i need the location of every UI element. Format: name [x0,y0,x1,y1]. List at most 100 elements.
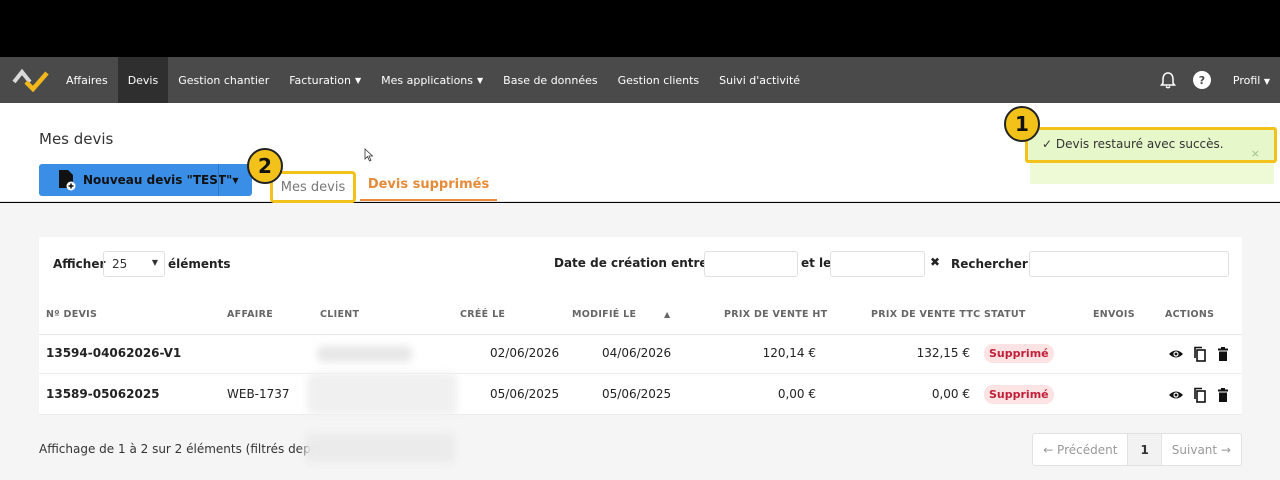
toast-close-button[interactable]: × [1251,147,1260,160]
col-actions: ACTIONS [1165,309,1215,320]
status-badge: Supprimé [984,344,1054,363]
copy-icon[interactable] [1192,346,1208,362]
blurred-client [317,346,412,362]
toast-shadow [1030,163,1274,184]
col-modifie-le[interactable]: MODIFIÉ LE [572,309,636,320]
profile-menu[interactable]: Profil ▼ [1233,74,1270,87]
nav-affaires[interactable]: Affaires [56,57,118,103]
col-affaire[interactable]: AFFAIRE [227,309,273,320]
callout-number: 2 [258,154,272,178]
cell-prix-ht: 0,00 € [777,387,816,401]
main-content: Afficher 25 ▼ éléments Date de création e… [0,203,1280,480]
nav-label: Gestion chantier [178,73,270,87]
clear-dates-icon[interactable]: ✖ [930,255,940,269]
callout-badge-2: 2 [247,148,283,184]
page-1-button[interactable]: 1 [1128,434,1162,465]
cell-prix-ttc: 0,00 € [931,387,970,401]
cell-affaire: WEB-1737 [227,387,290,401]
col-envois[interactable]: ENVOIS [1093,309,1135,320]
toast-message: ✓ Devis restauré avec succès. [1042,137,1224,151]
table-row[interactable]: 13594-04062026-V1 02/06/2026 04/06/2026 … [39,334,1242,374]
table-row[interactable]: 13589-05062025 WEB-1737 05/06/2025 05/06… [39,373,1242,415]
date-range-label: Date de création entre le [554,256,725,270]
table-header: Nº DEVIS AFFAIRE CLIENT CRÉÉ LE MODIFIÉ … [39,295,1242,335]
col-prix-ht[interactable]: PRIX DE VENTE HT [724,309,827,320]
col-cree-le[interactable]: CRÉÉ LE [460,309,505,320]
date-to-input[interactable] [830,251,925,277]
cell-cree: 05/06/2025 [490,387,560,401]
cell-modifie: 05/06/2025 [602,387,672,401]
sort-asc-icon[interactable]: ▲ [664,310,670,319]
pagination: ← Précédent 1 Suivant → [1032,433,1242,466]
cell-devis[interactable]: 13589-05062025 [46,387,160,401]
search-input[interactable] [1029,251,1229,277]
trash-icon[interactable] [1215,346,1231,362]
show-label: Afficher [53,257,106,271]
top-black-bar [0,0,1280,57]
callout-badge-1: 1 [1004,106,1040,142]
main-navbar: Affaires Devis Gestion chantier Facturat… [0,57,1280,103]
table-filters: Afficher 25 ▼ éléments Date de création e… [39,237,1242,293]
chevron-down-icon: ▼ [1263,76,1270,86]
nav-base-de-donnees[interactable]: Base de données [493,57,607,103]
chevron-down-icon: ▼ [477,75,484,85]
col-client[interactable]: CLIENT [320,309,359,320]
nav-label: Base de données [503,73,598,87]
tab-mes-devis[interactable]: Mes devis [270,171,356,203]
mouse-cursor-icon [364,148,374,162]
previous-page-button[interactable]: ← Précédent [1033,434,1129,465]
nav-gestion-chantier[interactable]: Gestion chantier [168,57,279,103]
app-logo[interactable] [6,57,56,103]
callout-number: 1 [1015,112,1029,136]
tab-devis-supprimes[interactable]: Devis supprimés [360,177,497,201]
chevron-down-icon: ▼ [354,75,362,85]
col-prix-ttc[interactable]: PRIX DE VENTE TTC [871,309,980,320]
eye-icon[interactable] [1168,346,1184,362]
nav-right: ? Profil ▼ [1151,57,1270,103]
nav-label: Devis [127,73,159,87]
search-label: Rechercher : [951,257,1037,271]
nav-label: Suivi d'activité [719,73,801,87]
trash-icon[interactable] [1215,387,1231,403]
status-badge: Supprimé [984,385,1054,404]
blurred-footer-text [305,433,455,463]
success-toast: ✓ Devis restauré avec succès. [1025,127,1277,163]
nav-gestion-clients[interactable]: Gestion clients [608,57,710,103]
copy-icon[interactable] [1192,387,1208,403]
next-page-button[interactable]: Suivant → [1162,434,1241,465]
nav-label: Facturation [289,73,351,87]
tab-label: Devis supprimés [367,177,490,192]
cell-devis[interactable]: 13594-04062026-V1 [46,346,181,360]
new-document-icon [57,169,77,191]
elements-label: éléments [168,257,231,271]
help-icon[interactable]: ? [1192,71,1211,89]
chevron-down-icon: ▼ [151,258,158,267]
nav-facturation[interactable]: Facturation ▼ [279,57,371,103]
help-glyph: ? [1198,73,1206,87]
nav-label: Mes applications [381,73,474,87]
cell-prix-ttc: 132,15 € [916,346,970,360]
profile-label: Profil [1232,73,1261,87]
col-num-devis[interactable]: Nº DEVIS [46,309,97,320]
page-size-select[interactable]: 25 ▼ [103,251,165,277]
eye-icon[interactable] [1168,387,1184,403]
nav-suivi-activite[interactable]: Suivi d'activité [709,57,810,103]
new-devis-button[interactable]: Nouveau devis "TEST" ▼ [39,164,252,196]
caret-down-icon: ▼ [232,175,239,185]
nav-label: Gestion clients [617,73,700,87]
blurred-client [307,373,457,415]
bell-icon[interactable] [1151,71,1185,89]
new-devis-label: Nouveau devis "TEST" [83,173,233,187]
devis-table-card: Afficher 25 ▼ éléments Date de création e… [39,237,1242,415]
page-size-value: 25 [112,257,128,271]
page-title: Mes devis [39,130,114,148]
date-from-input[interactable] [704,251,798,277]
nav-label: Affaires [66,73,108,87]
pagination-info: Affichage de 1 à 2 sur 2 éléments (filtr… [39,442,319,456]
cell-cree: 02/06/2026 [490,346,560,360]
nav-mes-applications[interactable]: Mes applications ▼ [371,57,493,103]
cell-modifie: 04/06/2026 [602,346,672,360]
nav-devis[interactable]: Devis [117,57,169,103]
col-statut[interactable]: STATUT [984,309,1026,320]
tab-label: Mes devis [280,179,346,195]
